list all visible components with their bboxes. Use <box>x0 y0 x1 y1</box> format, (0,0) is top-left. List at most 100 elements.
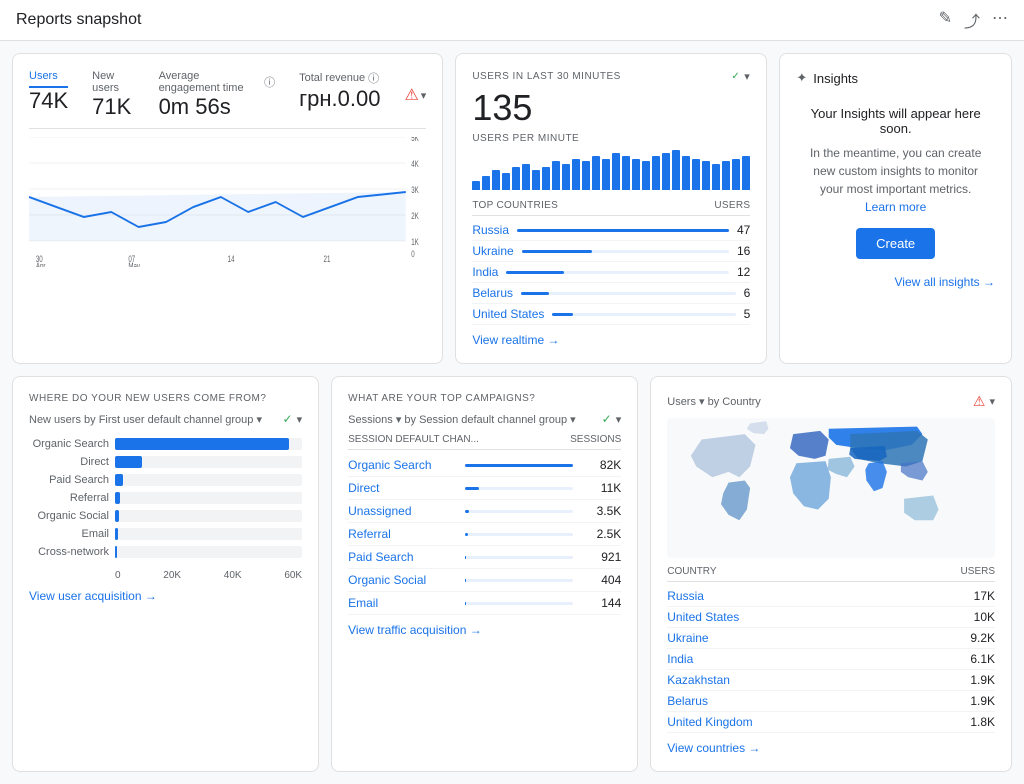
insights-desc: In the meantime, you can create new cust… <box>810 146 981 196</box>
country-bar <box>521 292 549 295</box>
mini-bar <box>642 161 650 190</box>
map-col1: COUNTRY <box>667 566 716 577</box>
camp-dropdown-btn[interactable]: ▾ <box>616 413 622 426</box>
map-country[interactable]: Belarus <box>667 694 708 708</box>
country-name[interactable]: India <box>472 265 498 279</box>
map-country[interactable]: Kazakhstan <box>667 673 730 687</box>
map-country[interactable]: Russia <box>667 589 704 603</box>
hbar-row: Referral <box>29 492 302 504</box>
country-name[interactable]: Ukraine <box>472 244 513 258</box>
realtime-dropdown[interactable]: ▾ <box>744 70 750 83</box>
metric-new-users: New users 71K <box>92 70 134 120</box>
svg-text:1K: 1K <box>411 237 419 248</box>
session-name[interactable]: Email <box>348 596 457 610</box>
session-name[interactable]: Direct <box>348 481 457 495</box>
edit-icon[interactable]: ✎ <box>939 8 952 32</box>
map-users-value: 17K <box>974 589 995 603</box>
view-countries-link[interactable]: View countries → <box>667 741 995 755</box>
session-value: 921 <box>581 550 621 564</box>
metric-engagement: Average engagement time ⓘ 0m 56s <box>159 70 276 120</box>
realtime-subtitle: USERS PER MINUTE <box>472 133 750 144</box>
session-name[interactable]: Paid Search <box>348 550 457 564</box>
session-bar <box>465 487 479 490</box>
svg-text:5K: 5K <box>411 137 419 143</box>
session-value: 404 <box>581 573 621 587</box>
view-traffic-link[interactable]: View traffic acquisition → <box>348 623 621 637</box>
campaigns-dropdown[interactable]: Sessions ▾ by Session default channel gr… <box>348 413 576 426</box>
session-bar <box>465 579 466 582</box>
map-country[interactable]: United Kingdom <box>667 715 752 729</box>
map-users-value: 1.8K <box>970 715 995 729</box>
map-country[interactable]: Ukraine <box>667 631 708 645</box>
map-card: Users ▾ by Country ⚠ ▾ <box>650 376 1012 772</box>
mini-bar <box>662 153 670 190</box>
hbar-chart: Organic Search Direct Paid Search Referr… <box>29 438 302 558</box>
header: Reports snapshot ✎ ⤴ ⋯ <box>0 0 1024 41</box>
country-bar <box>552 313 572 316</box>
metric-users-value: 74K <box>29 88 68 114</box>
session-row: Organic Social 404 <box>348 569 621 592</box>
hbar-row: Cross-network <box>29 546 302 558</box>
map-users-value: 10K <box>974 610 995 624</box>
x-tick: 20K <box>163 570 181 581</box>
country-bar <box>506 271 564 274</box>
mini-bar <box>532 170 540 190</box>
metric-engagement-value: 0m 56s <box>159 94 276 120</box>
hbar-fill <box>115 438 289 450</box>
mini-bar <box>602 159 610 190</box>
mini-bar <box>732 159 740 190</box>
map-row: United Kingdom 1.8K <box>667 712 995 733</box>
country-name[interactable]: Russia <box>472 223 509 237</box>
map-dropdown-btn[interactable]: ▾ <box>989 395 995 408</box>
col-users: USERS <box>714 200 750 211</box>
map-country[interactable]: India <box>667 652 693 666</box>
map-table: COUNTRY USERS Russia 17K United States 1… <box>667 566 995 733</box>
mini-bar <box>632 159 640 190</box>
mini-bar <box>562 164 570 190</box>
insights-soon: Your Insights will appear here soon. <box>804 106 987 136</box>
map-country[interactable]: United States <box>667 610 739 624</box>
metric-revenue: Total revenue ⓘ грн.0.00 <box>299 70 380 120</box>
mini-bar <box>712 164 720 190</box>
mini-bar <box>622 156 630 190</box>
session-row: Direct 11K <box>348 477 621 500</box>
mini-bar <box>482 176 490 190</box>
create-button[interactable]: Create <box>856 228 935 259</box>
share-icon[interactable]: ⤴ <box>964 8 980 32</box>
session-name[interactable]: Organic Social <box>348 573 457 587</box>
view-realtime-link[interactable]: View realtime → <box>472 333 750 347</box>
mini-bar <box>552 161 560 190</box>
realtime-number: 135 <box>472 87 750 129</box>
country-name[interactable]: Belarus <box>472 286 513 300</box>
acquisition-dropdown[interactable]: New users by First user default channel … <box>29 413 262 426</box>
session-name[interactable]: Unassigned <box>348 504 457 518</box>
session-value: 11K <box>581 481 621 495</box>
mini-bar <box>472 181 480 190</box>
map-col2: USERS <box>961 566 995 577</box>
mini-bar <box>722 161 730 190</box>
session-row: Organic Search 82K <box>348 454 621 477</box>
acq-status-ok: ✓ <box>283 412 293 426</box>
session-name[interactable]: Referral <box>348 527 457 541</box>
hbar-track <box>115 492 302 504</box>
session-value: 2.5K <box>581 527 621 541</box>
map-row: Belarus 1.9K <box>667 691 995 712</box>
hbar-fill <box>115 456 142 468</box>
hbar-fill <box>115 492 120 504</box>
view-acquisition-link[interactable]: View user acquisition → <box>29 589 302 603</box>
main-line-chart: 5K 4K 3K 2K 1K 0 30 Apr 07 May 14 21 <box>29 137 426 277</box>
session-name[interactable]: Organic Search <box>348 458 457 472</box>
dropdown-btn[interactable]: ▾ <box>421 89 427 102</box>
main-chart-card: Users 74K New users 71K Average engageme… <box>12 53 443 364</box>
view-insights-link[interactable]: View all insights → <box>796 275 995 289</box>
session-bar-wrap <box>465 602 574 605</box>
session-value: 144 <box>581 596 621 610</box>
x-tick: 60K <box>284 570 302 581</box>
learn-more-link[interactable]: Learn more <box>865 200 926 214</box>
sessions-col1: SESSION DEFAULT CHAN... <box>348 434 479 445</box>
more-icon[interactable]: ⋯ <box>992 8 1008 32</box>
hbar-label: Referral <box>29 492 109 504</box>
map-dropdown[interactable]: Users ▾ by Country <box>667 395 761 408</box>
country-name[interactable]: United States <box>472 307 544 321</box>
acq-dropdown-btn[interactable]: ▾ <box>297 413 303 426</box>
